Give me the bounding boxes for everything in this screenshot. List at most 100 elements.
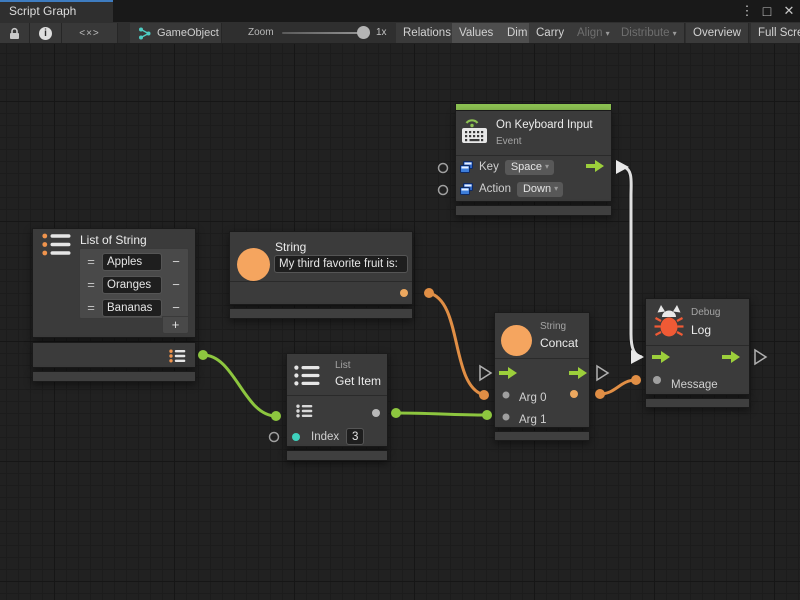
relations-label: Relations [403,27,451,39]
zoom-slider-handle[interactable] [357,26,370,39]
zoom-value: 1x [376,27,387,38]
align-dropdown[interactable]: Align▾ [570,23,618,43]
string-output-port[interactable] [424,288,434,298]
overview-button[interactable]: Overview [686,23,749,43]
node-footer [494,431,590,441]
carry-label: Carry [536,27,564,39]
node-subtitle: Event [496,136,522,147]
distribute-dropdown[interactable]: Distribute▾ [614,23,685,43]
fullscreen-button[interactable]: Full Screen [751,23,800,43]
tab-title: Script Graph [9,4,76,18]
code-view-icon: <×> [79,28,100,39]
node-category: Debug [691,307,720,318]
node-title: String [275,240,306,254]
list-item-input[interactable] [102,299,162,317]
flow-ports-row [646,346,749,373]
info-button[interactable]: i [30,23,62,43]
carry-toggle[interactable]: Carry [529,23,572,43]
log-message-input-port[interactable] [631,375,641,385]
concat-result-port[interactable] [595,389,605,399]
node-footer [229,308,413,319]
list-output-port[interactable] [198,350,208,360]
concat-arg1-input-port[interactable] [482,410,492,420]
list-output-port-icon[interactable] [169,349,186,363]
align-label: Align [577,27,603,39]
gameobject-label: GameObject [157,27,219,39]
dim-label: Dim [507,27,527,39]
index-value-input[interactable] [346,428,364,445]
remove-item-button[interactable]: − [162,300,190,315]
graph-canvas[interactable]: On Keyboard Input Event Key Space▾ Actio… [0,44,800,600]
keyboard-action-port[interactable] [439,186,448,195]
lock-button[interactable] [0,23,30,43]
enum-icon [460,161,473,173]
getitem-index-port[interactable] [270,433,279,442]
wire-keyboard-to-log[interactable] [624,167,642,357]
node-title: On Keyboard Input [496,119,593,131]
window-menu-icon[interactable]: ⋮ [740,0,754,22]
concat-flow-input-triangle[interactable] [480,366,491,380]
arg0-port-label: Arg 0 [519,392,547,404]
keyboard-icon [462,115,488,144]
concat-flow-output-triangle[interactable] [597,366,608,380]
string-value-input[interactable] [274,255,408,273]
distribute-label: Distribute [621,27,670,39]
graph-toolbar: i <×> GameObject Zoom 1x Relations Value… [0,22,800,44]
wire-concat-to-log[interactable] [600,380,636,394]
log-flow-input-triangle[interactable] [631,350,644,364]
flow-ports-row [495,359,589,387]
keyboard-flow-output-triangle[interactable] [616,160,629,174]
key-dropdown[interactable]: Space▾ [505,160,554,175]
node-footer [32,371,196,382]
drag-handle-icon[interactable]: = [80,277,102,292]
getitem-output-port[interactable] [391,408,401,418]
list-item-input[interactable] [102,253,162,271]
list-input-port-icon[interactable] [296,404,313,418]
key-port-label: Key [479,161,499,173]
wire-list-to-getitem[interactable] [203,355,276,416]
relations-toggle[interactable]: Relations [396,23,459,43]
info-icon: i [39,27,52,40]
enum-icon [460,183,473,195]
getitem-list-input-port[interactable] [271,411,281,421]
overview-label: Overview [693,27,741,39]
wire-getitem-to-concat[interactable] [396,413,487,415]
chevron-down-icon: ▾ [673,29,677,38]
node-title: Get Item [335,374,381,388]
list-item-input[interactable] [102,276,162,294]
action-dropdown[interactable]: Down▾ [517,182,563,197]
node-title: List of String [80,233,147,247]
zoom-label: Zoom [248,27,274,38]
list-icon [42,233,72,256]
add-item-button[interactable]: + [162,316,189,334]
values-label: Values [459,27,493,39]
divider [230,281,412,282]
log-flow-output-triangle[interactable] [755,350,766,364]
drag-handle-icon[interactable]: = [80,300,102,315]
node-footer [645,398,750,408]
lock-icon [9,27,20,40]
key-value: Space [511,161,542,173]
values-toggle[interactable]: Values [452,23,501,43]
gameobject-reference[interactable]: GameObject [130,23,222,43]
chevron-down-icon: ▾ [545,162,549,171]
string-type-icon [237,248,270,281]
remove-item-button[interactable]: − [162,277,190,292]
node-title: Log [691,323,711,337]
node-footer [455,205,612,216]
bug-icon [654,304,684,338]
remove-item-button[interactable]: − [162,254,190,269]
code-view-button[interactable]: <×> [62,23,118,43]
window-maximize-icon[interactable]: □ [758,0,776,22]
wire-string-to-concat[interactable] [429,293,484,395]
drag-handle-icon[interactable]: = [80,254,102,269]
graph-owner-icon [138,27,151,40]
window-close-icon[interactable]: ✕ [780,0,798,22]
node-footer [286,450,388,461]
keyboard-key-port[interactable] [439,164,448,173]
tab-script-graph[interactable]: Script Graph [0,0,113,22]
concat-arg0-input-port[interactable] [479,390,489,400]
wire-shadow [624,167,642,357]
string-list-editor: = − = − = − [79,248,189,319]
unity-visual-scripting-window: { "window": { "tab_title": "Script Graph… [0,0,800,600]
